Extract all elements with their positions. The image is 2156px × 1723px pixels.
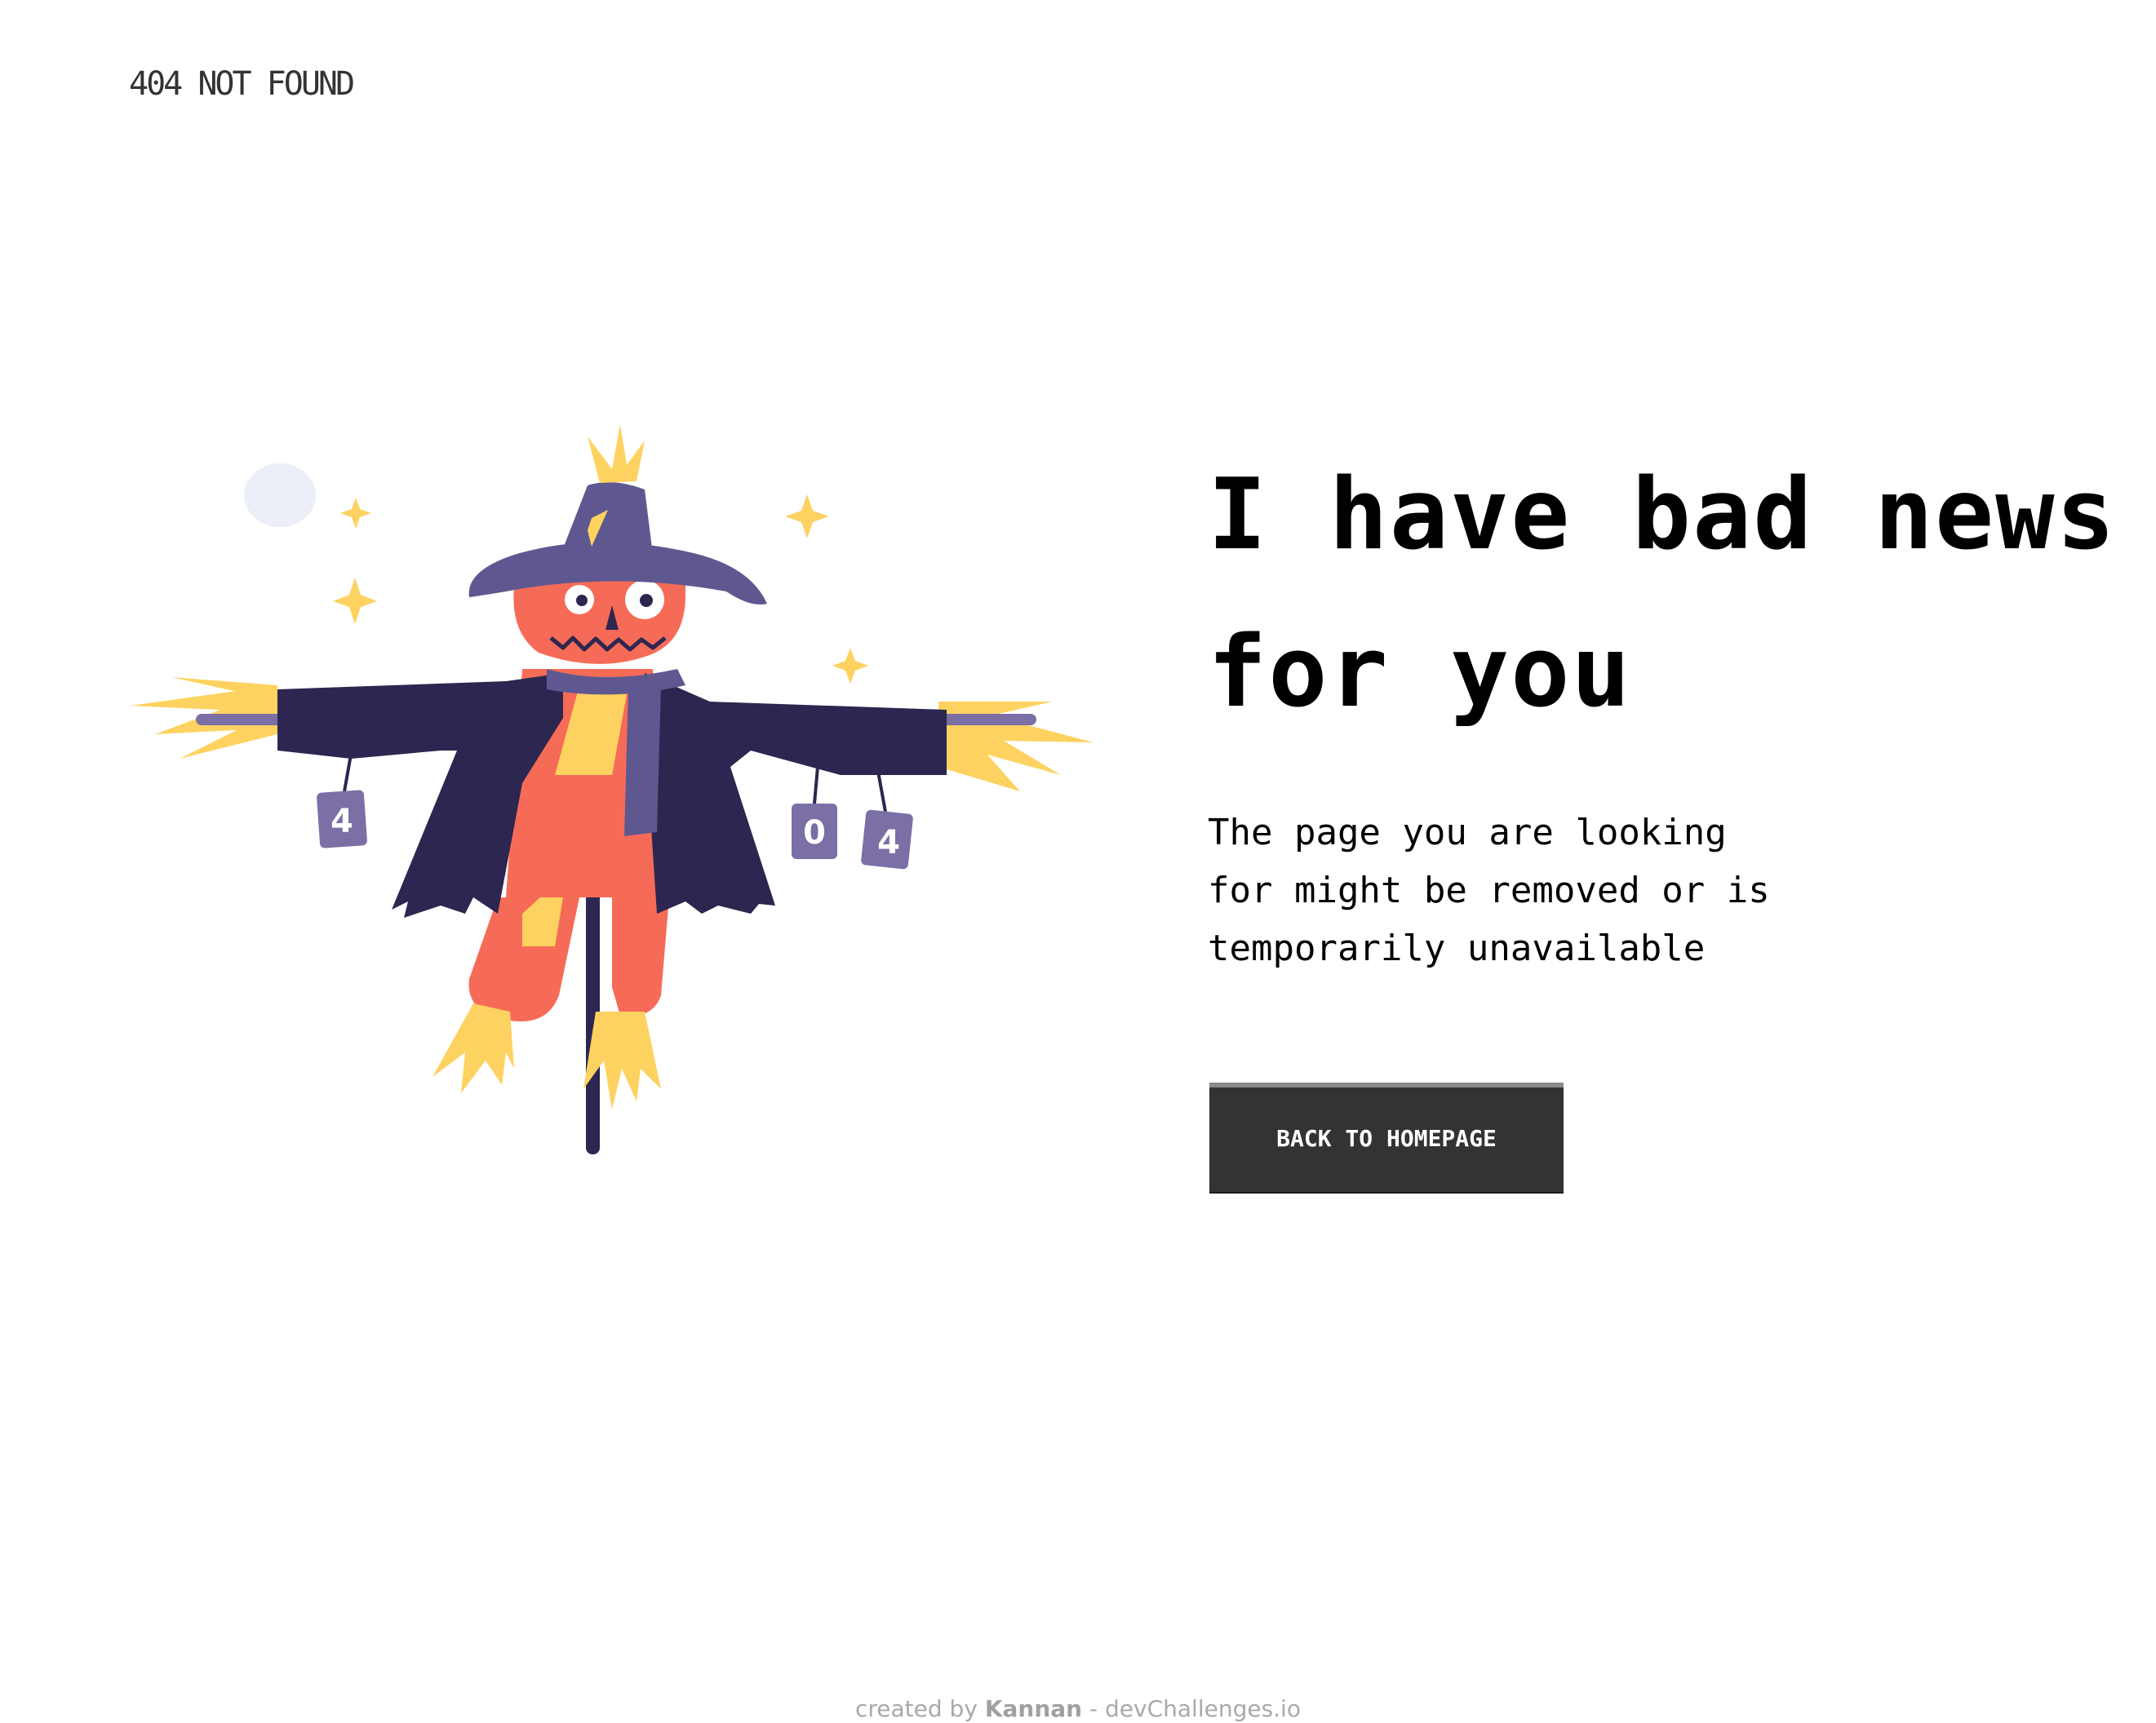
sparkle-icon [785, 494, 829, 538]
sparkle-icon [832, 648, 868, 684]
error-message-line-2: for might be removed or is [1208, 870, 1770, 911]
svg-text:4: 4 [877, 824, 900, 862]
sparkle-icon [333, 578, 377, 624]
brand-logo[interactable]: 404 NOT FOUND [129, 65, 355, 103]
hat-crown [559, 482, 653, 559]
page-title-line-1: I have bad news [1208, 458, 2117, 572]
leg-right [612, 897, 669, 1017]
can-right: 4 [861, 809, 913, 870]
svg-text:4: 4 [330, 803, 353, 840]
straw-foot-left [433, 1003, 514, 1093]
moon-icon [244, 463, 316, 527]
scarf-tail [624, 685, 661, 836]
footer-separator: - [1082, 1695, 1106, 1722]
error-message: The page you are looking for might be re… [1208, 804, 1861, 977]
can-middle: 0 [792, 804, 837, 859]
coat-right [645, 673, 947, 914]
footer-author-link[interactable]: Kannan [985, 1695, 1082, 1722]
hat-straw [588, 424, 645, 483]
pole [586, 853, 600, 1154]
svg-text:0: 0 [803, 814, 826, 852]
error-message-line-3: temporarily unavailable [1208, 928, 1706, 969]
sparkle-icon [340, 498, 371, 529]
back-to-homepage-button[interactable]: BACK TO HOMEPAGE [1209, 1083, 1564, 1194]
error-message-line-1: The page you are looking [1208, 812, 1727, 853]
scarecrow-illustration: 4 0 4 [131, 424, 1094, 1154]
page-title: I have bad news for you [1208, 436, 2130, 751]
footer-prefix: created by [855, 1695, 985, 1722]
can-left: 4 [317, 790, 367, 848]
footer-credit: created by Kannan - devChallenges.io [0, 1695, 2156, 1722]
footer-site-link[interactable]: devChallenges.io [1105, 1695, 1301, 1722]
page-title-line-2: for you [1208, 616, 1632, 729]
